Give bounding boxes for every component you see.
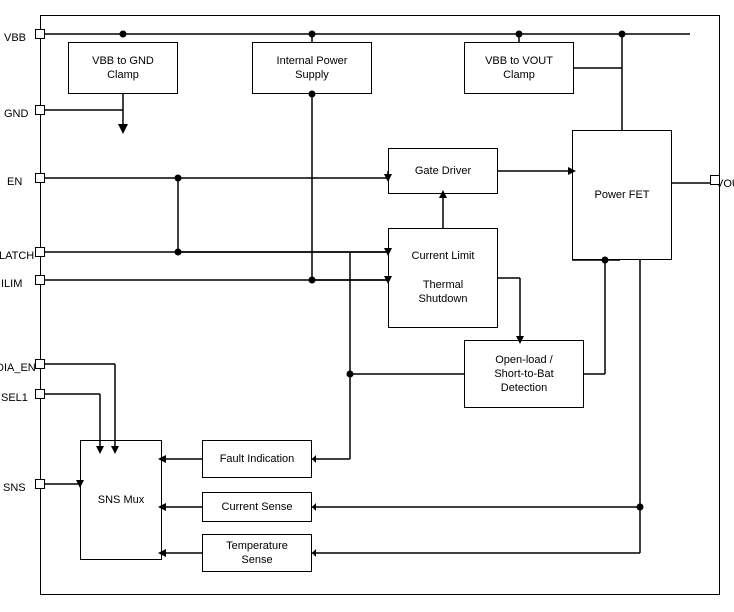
dia-en-terminal <box>35 359 45 369</box>
temperature-sense-block: Temperature Sense <box>202 534 312 572</box>
fault-indication-block: Fault Indication <box>202 440 312 478</box>
vbb-gnd-clamp-block: VBB to GND Clamp <box>68 42 178 94</box>
diagram-container: VBB GND EN LATCH ILIM DIA_EN SEL1 SNS VO… <box>0 0 734 612</box>
vbb-vout-clamp-block: VBB to VOUT Clamp <box>464 42 574 94</box>
sel1-terminal <box>35 389 45 399</box>
en-pin-label: EN <box>7 176 22 188</box>
vbb-pin-label: VBB <box>4 32 26 44</box>
sel1-pin-label: SEL1 <box>1 392 28 404</box>
vbb-terminal <box>35 29 45 39</box>
open-load-block: Open-load / Short-to-Bat Detection <box>464 340 584 408</box>
latch-pin-label: LATCH <box>0 250 34 262</box>
internal-power-block: Internal Power Supply <box>252 42 372 94</box>
en-terminal <box>35 173 45 183</box>
sns-pin-label: SNS <box>3 482 26 494</box>
current-sense-block: Current Sense <box>202 492 312 522</box>
vout-terminal <box>710 175 720 185</box>
ilim-terminal <box>35 275 45 285</box>
ilim-pin-label: ILIM <box>1 278 22 290</box>
power-fet-block: Power FET <box>572 130 672 260</box>
sns-terminal <box>35 479 45 489</box>
latch-terminal <box>35 247 45 257</box>
gnd-pin-label: GND <box>4 108 28 120</box>
dia-en-pin-label: DIA_EN <box>0 362 36 374</box>
sns-mux-block: SNS Mux <box>80 440 162 560</box>
current-limit-thermal-block: Current Limit Thermal Shutdown <box>388 228 498 328</box>
gate-driver-block: Gate Driver <box>388 148 498 194</box>
gnd-terminal <box>35 105 45 115</box>
